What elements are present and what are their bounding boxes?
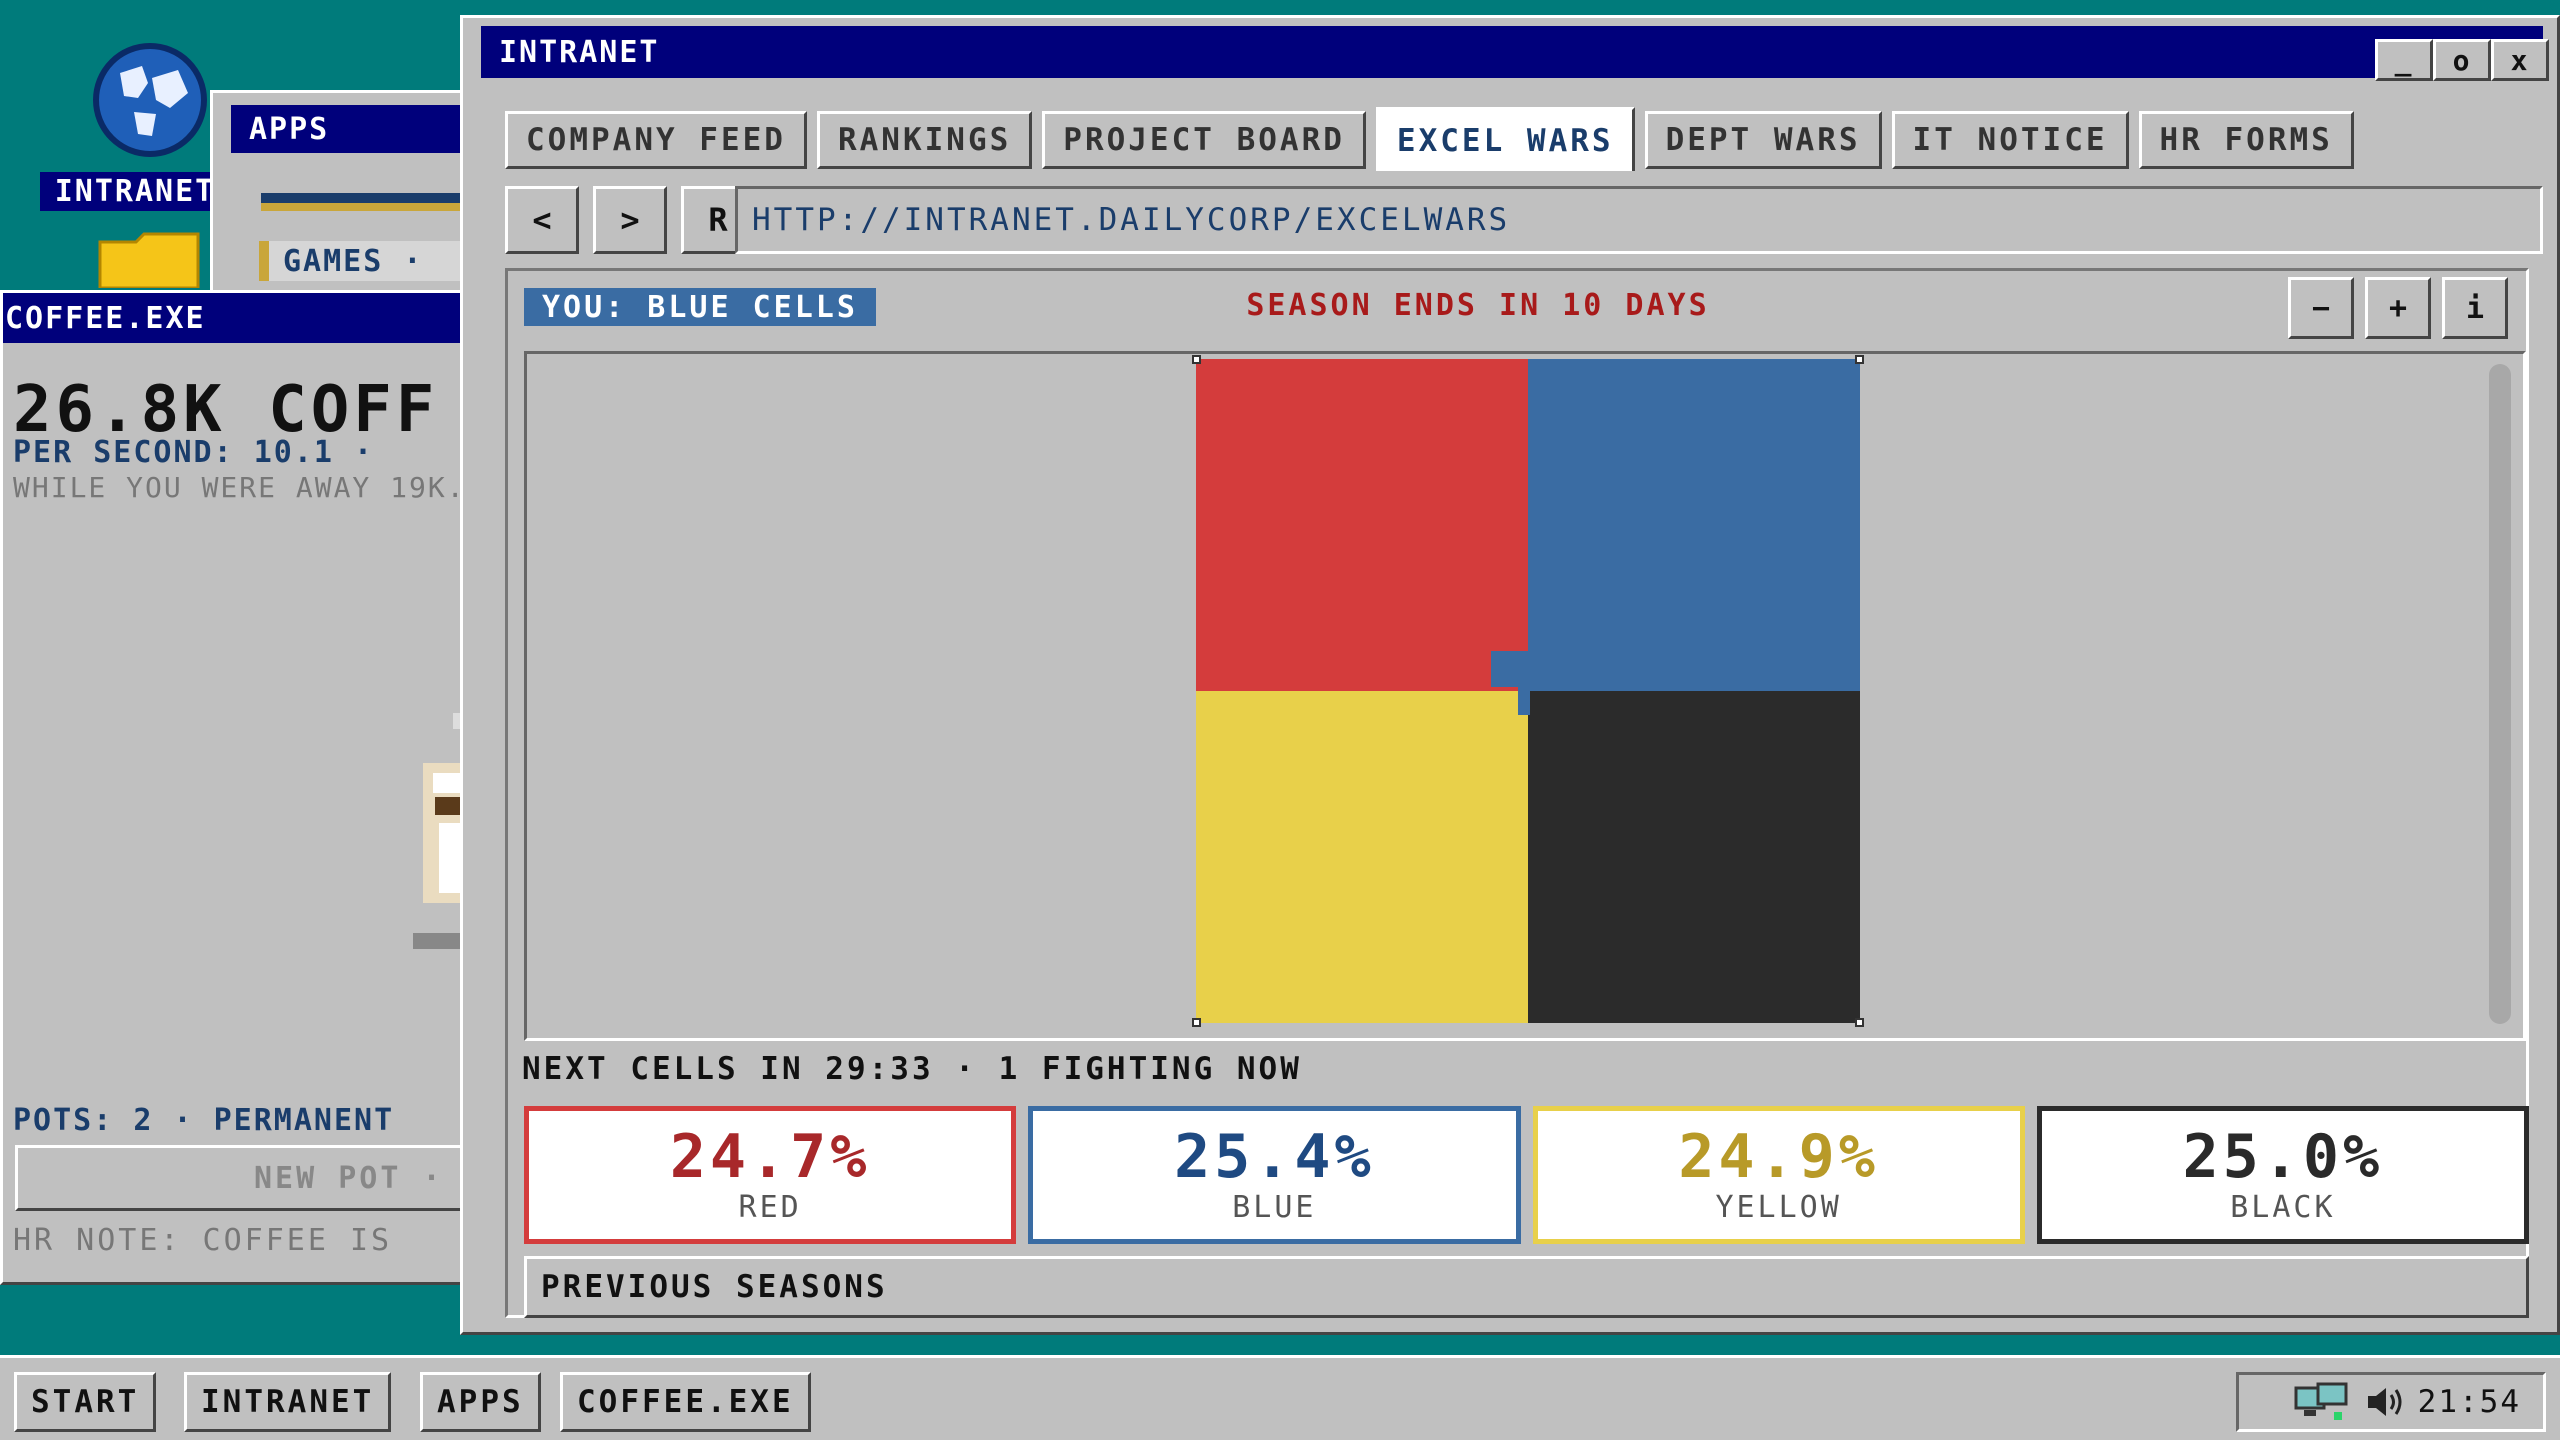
coffee-hr-note: HR NOTE: COFFEE IS: [13, 1223, 393, 1258]
tab-excel-wars[interactable]: EXCEL WARS: [1375, 107, 1635, 171]
coffee-window-title[interactable]: COFFEE.EXE: [3, 293, 467, 343]
previous-seasons-button[interactable]: PREVIOUS SEASONS: [524, 1256, 2529, 1318]
team-pct: 25.0%: [2182, 1122, 2384, 1192]
url-bar[interactable]: HTTP://INTRANET.DAILYCORP/EXCELWARS: [735, 186, 2543, 254]
tab-rankings[interactable]: RANKINGS: [816, 111, 1033, 169]
info-button[interactable]: i: [2442, 277, 2508, 339]
intranet-window: INTRANET _ o x COMPANY FEED RANKINGS PRO…: [460, 15, 2560, 1335]
maximize-button[interactable]: o: [2433, 39, 2491, 81]
cell-canvas[interactable]: [524, 351, 2526, 1041]
desktop-icon-intranet[interactable]: INTRANET: [40, 38, 230, 213]
grid-corner-handle[interactable]: [1855, 355, 1864, 364]
blue-incursion: [1491, 651, 1531, 687]
forward-button[interactable]: >: [593, 186, 667, 254]
canvas-scrollbar[interactable]: [2489, 364, 2511, 1024]
tab-hr-forms[interactable]: HR FORMS: [2138, 111, 2354, 169]
grid-corner-handle[interactable]: [1192, 1018, 1201, 1027]
black-territory: [1528, 691, 1860, 1023]
team-name: BLACK: [2230, 1190, 2336, 1225]
cell-grid[interactable]: [1192, 355, 1864, 1027]
grid-corner-handle[interactable]: [1855, 1018, 1864, 1027]
next-cells-timer: NEXT CELLS IN 29:33 · 1 FIGHTING NOW: [522, 1051, 1302, 1087]
intranet-title-text: INTRANET: [499, 34, 660, 70]
globe-icon: [93, 43, 207, 157]
coffee-pots: POTS: 2 · PERMANENT: [13, 1103, 395, 1138]
folder-icon[interactable]: [98, 232, 202, 290]
yellow-territory: [1196, 691, 1528, 1023]
team-stats: 24.7% RED 25.4% BLUE 24.9% YELLOW 25.0% …: [524, 1106, 2529, 1244]
team-stat-blue: 25.4% BLUE: [1028, 1106, 1521, 1244]
blue-territory: [1528, 359, 1860, 691]
season-countdown: SEASON ENDS IN 10 DAYS: [1246, 288, 1710, 323]
team-stat-red: 24.7% RED: [524, 1106, 1017, 1244]
tab-company-feed[interactable]: COMPANY FEED: [505, 111, 807, 169]
coffee-away-text: WHILE YOU WERE AWAY 19K.: [13, 471, 466, 504]
team-pct: 24.9%: [1678, 1122, 1879, 1192]
tab-bar: COMPANY FEED RANKINGS PROJECT BOARD EXCE…: [505, 107, 2354, 175]
system-tray: 21:54: [2236, 1372, 2546, 1432]
zoom-in-button[interactable]: +: [2365, 277, 2431, 339]
team-pct: 24.7%: [669, 1122, 871, 1192]
taskbar-apps-button[interactable]: APPS: [420, 1372, 541, 1432]
desktop-icon-label: INTRANET: [40, 172, 230, 211]
team-pct: 25.4%: [1174, 1122, 1375, 1192]
back-button[interactable]: <: [505, 186, 579, 254]
start-button[interactable]: START: [14, 1372, 157, 1432]
team-stat-yellow: 24.9% YELLOW: [1532, 1106, 2025, 1244]
team-name: BLUE: [1232, 1190, 1317, 1225]
close-button[interactable]: x: [2491, 39, 2549, 81]
taskbar: START INTRANET APPS COFFEE.EXE 21:54: [0, 1355, 2560, 1440]
blue-incursion: [1518, 685, 1530, 715]
tab-it-notice[interactable]: IT NOTICE: [1891, 111, 2129, 169]
team-name: YELLOW: [1715, 1190, 1842, 1225]
coffee-window: COFFEE.EXE 26.8K COFF PER SECOND: 10.1 ·…: [0, 290, 485, 1285]
apps-window-title[interactable]: APPS: [231, 105, 497, 153]
grid-corner-handle[interactable]: [1192, 355, 1201, 364]
red-territory: [1196, 359, 1528, 691]
taskbar-coffee-button[interactable]: COFFEE.EXE: [560, 1372, 811, 1432]
clock: 21:54: [2417, 1384, 2521, 1420]
excel-wars-panel: YOU: BLUE CELLS SEASON ENDS IN 10 DAYS −…: [505, 268, 2529, 1318]
network-icon[interactable]: [2294, 1382, 2350, 1422]
taskbar-intranet-button[interactable]: INTRANET: [184, 1372, 392, 1432]
tab-project-board[interactable]: PROJECT BOARD: [1042, 111, 1366, 169]
team-stat-black: 25.0% BLACK: [2036, 1106, 2529, 1244]
nav-bar: < > R HTTP://INTRANET.DAILYCORP/EXCELWAR…: [505, 186, 2543, 258]
tab-dept-wars[interactable]: DEPT WARS: [1644, 111, 1882, 169]
new-pot-button[interactable]: NEW POT ·: [15, 1145, 485, 1211]
zoom-out-button[interactable]: −: [2288, 277, 2354, 339]
coffee-rate: PER SECOND: 10.1 ·: [13, 435, 375, 470]
intranet-window-title[interactable]: INTRANET _ o x: [481, 26, 2549, 81]
minimize-button[interactable]: _: [2375, 39, 2433, 81]
team-name: RED: [738, 1190, 802, 1225]
volume-icon[interactable]: [2364, 1384, 2404, 1420]
